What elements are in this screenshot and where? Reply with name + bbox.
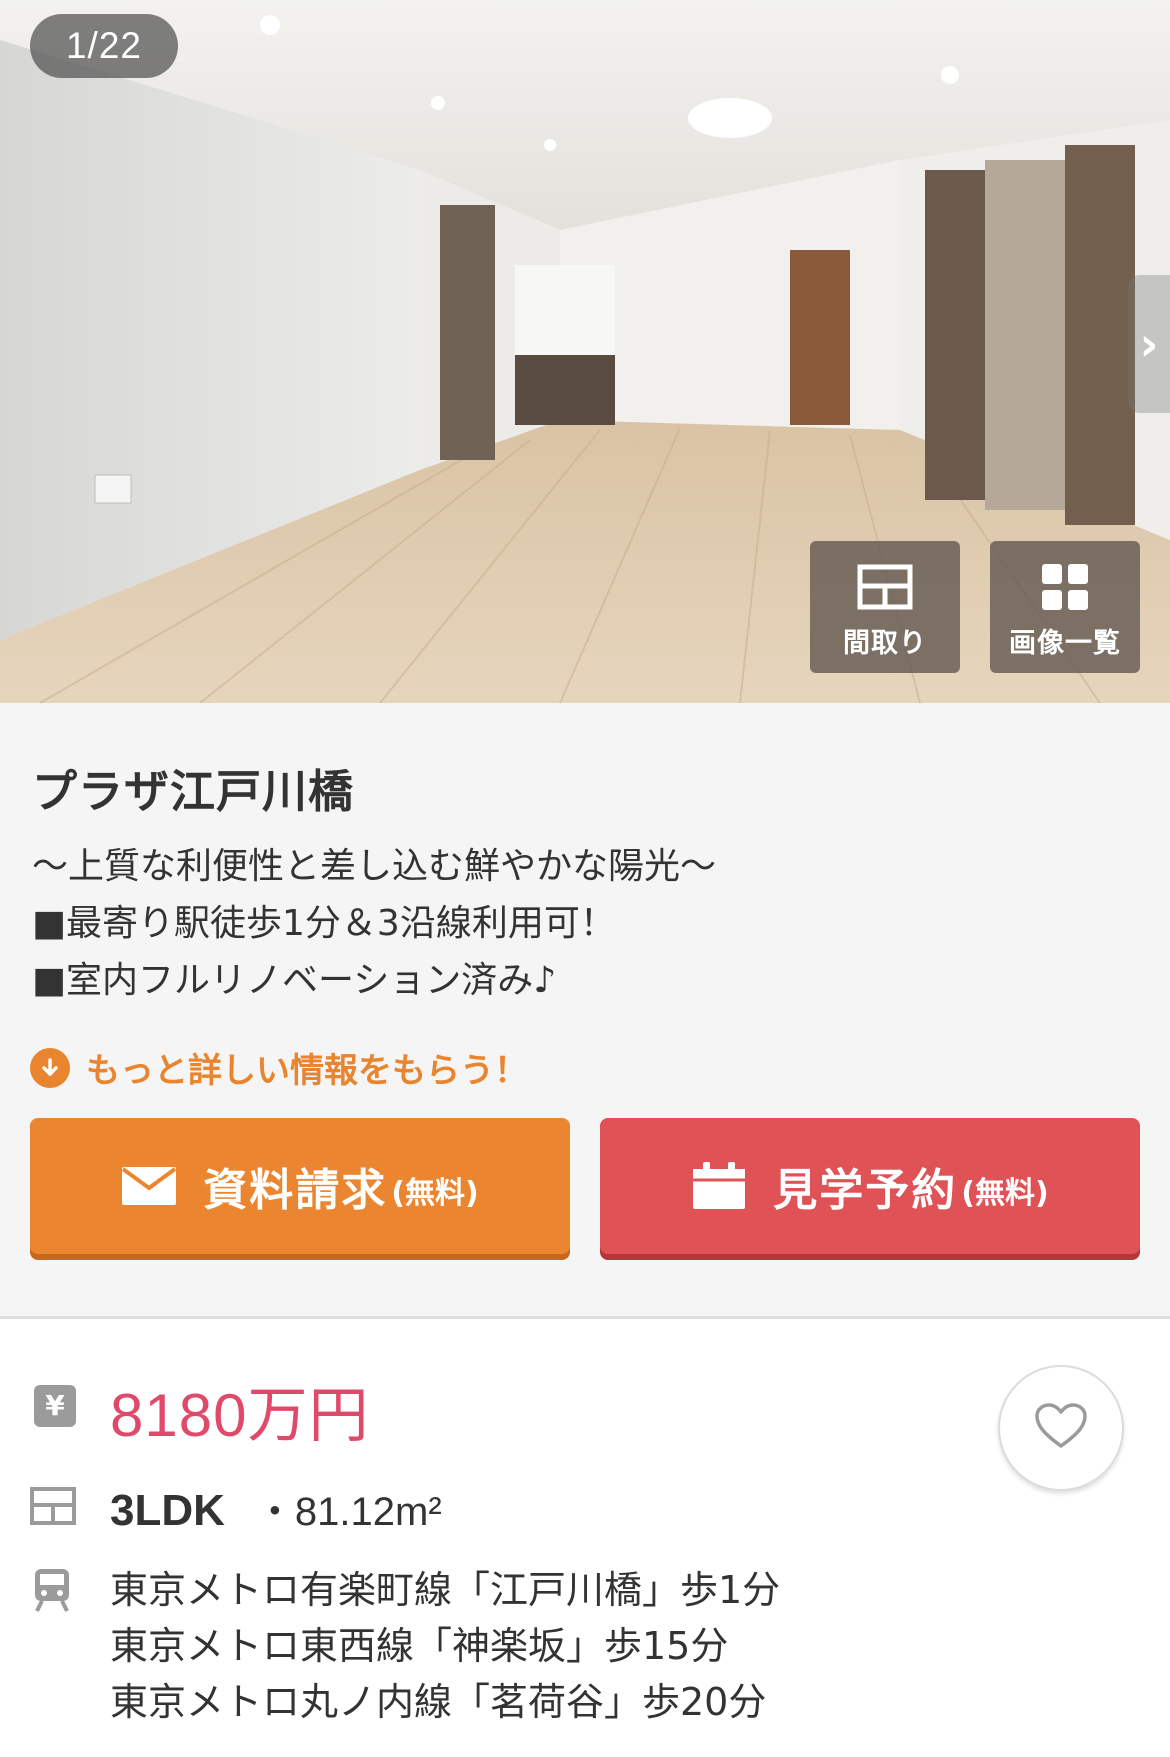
property-name: プラザ江戸川橋 (32, 765, 355, 818)
request-documents-button[interactable]: 資料請求 (無料) (30, 1118, 570, 1254)
book-visit-label: 見学予約 (773, 1165, 958, 1216)
more-info-label: もっと詳しい情報をもらう！ (86, 1051, 528, 1091)
station-list: 東京メトロ有楽町線「江戸川橋」歩1分 東京メトロ東西線「神楽坂」歩15分 東京メ… (110, 1562, 780, 1730)
floorplan-label: 間取り (843, 628, 927, 659)
floorplan-icon (30, 1487, 76, 1529)
floor-area: ・81.12m² (254, 1490, 442, 1534)
photo-gallery[interactable]: 1/22 › 間取り 画像一覧 (0, 0, 1170, 703)
feature-line: ■室内フルリノベーション済み♪ (32, 960, 557, 1001)
price: 8180万円 (110, 1382, 370, 1449)
book-visit-button[interactable]: 見学予約 (無料) (600, 1118, 1140, 1254)
request-documents-note: (無料) (391, 1176, 479, 1211)
image-list-label: 画像一覧 (1009, 628, 1121, 659)
book-visit-note: (無料) (961, 1176, 1049, 1211)
chevron-right-icon: › (1139, 317, 1159, 371)
layout-type: 3LDK (110, 1486, 225, 1535)
arrow-down-circle-icon (30, 1047, 70, 1088)
station-item: 東京メトロ丸ノ内線「茗荷谷」歩20分 (110, 1680, 767, 1724)
feature-line: ■最寄り駅徒歩1分＆3沿線利用可！ (32, 903, 616, 944)
grid-icon (1040, 561, 1090, 613)
catchphrase: 〜上質な利便性と差し込む鮮やかな陽光〜 (32, 846, 717, 887)
mail-icon (121, 1166, 177, 1206)
floorplan-icon (857, 561, 913, 613)
layout-info: 3LDK ・81.12m² (110, 1479, 442, 1537)
train-icon (32, 1567, 72, 1617)
calendar-icon (691, 1161, 747, 1211)
more-info-link[interactable]: もっと詳しい情報をもらう！ (30, 1043, 528, 1092)
property-summary: プラザ江戸川橋 〜上質な利便性と差し込む鮮やかな陽光〜 ■最寄り駅徒歩1分＆3沿線… (0, 703, 1170, 1319)
station-item: 東京メトロ有楽町線「江戸川橋」歩1分 (110, 1568, 781, 1612)
property-description: 〜上質な利便性と差し込む鮮やかな陽光〜 ■最寄り駅徒歩1分＆3沿線利用可！ ■室内フ… (32, 838, 716, 1009)
station-item: 東京メトロ東西線「神楽坂」歩15分 (110, 1624, 729, 1668)
floorplan-button[interactable]: 間取り (810, 541, 960, 673)
property-details: ¥ 8180万円 3LDK ・81.12m² 東京メトロ有楽町線「江戸川橋」歩1 (0, 1319, 1170, 1757)
request-documents-label: 資料請求 (203, 1165, 388, 1216)
favorite-button[interactable] (998, 1365, 1124, 1491)
next-photo-button[interactable]: › (1128, 275, 1170, 413)
heart-icon (1035, 1403, 1087, 1453)
photo-counter: 1/22 (30, 14, 178, 78)
image-list-button[interactable]: 画像一覧 (990, 541, 1140, 673)
yen-icon: ¥ (34, 1385, 76, 1427)
